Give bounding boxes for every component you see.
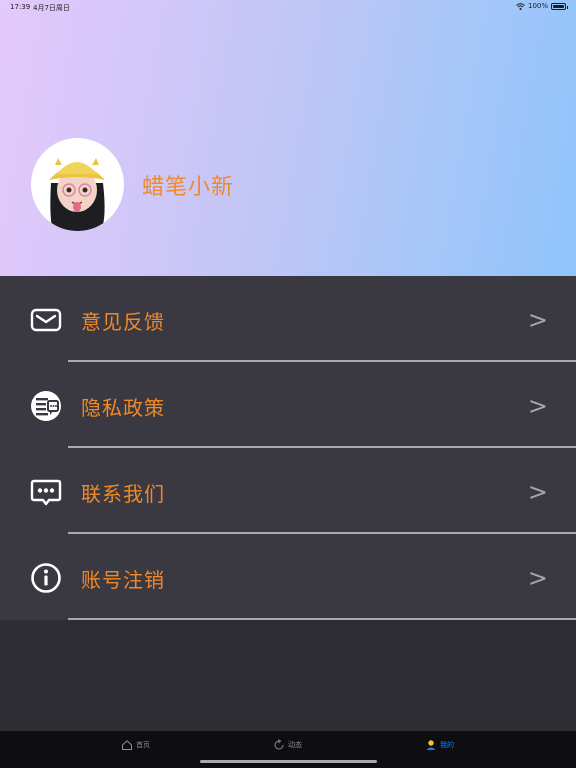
profile-header: 蜡笔小新 [0,0,576,276]
battery-icon [551,2,568,10]
status-date: 4月7日周日 [33,4,70,12]
menu-item-delete-account[interactable]: 账号注销 > [0,534,576,620]
chevron-right-icon: > [527,392,548,420]
tab-me[interactable]: 我的 [425,738,454,752]
username: 蜡笔小新 [142,175,235,200]
menu-item-label: 意见反馈 [81,310,165,334]
divider [68,618,576,620]
status-time: 17:39 [10,3,31,11]
menu-item-contact-us[interactable]: 联系我们 > [0,448,576,534]
refresh-icon [274,739,284,750]
menu-item-privacy-policy[interactable]: 隐私政策 > [0,362,576,448]
avatar-image [49,158,105,231]
mail-icon [30,308,62,332]
avatar[interactable] [31,138,124,231]
menu-item-label: 账号注销 [81,568,165,592]
person-icon [426,740,436,750]
home-indicator [200,760,377,763]
document-icon [31,391,61,421]
tab-home[interactable]: 首页 [121,738,150,752]
chevron-right-icon: > [527,564,548,592]
home-icon [122,740,132,750]
tab-label: 我的 [440,741,454,749]
tab-label: 首页 [136,741,150,749]
menu-item-feedback[interactable]: 意见反馈 > [0,276,576,362]
status-bar: 17:39 4月7日周日 100% [0,0,576,14]
tab-label: 动态 [288,741,302,749]
battery-percent: 100% [527,2,548,10]
info-icon [31,563,61,593]
menu-item-label: 隐私政策 [81,396,165,420]
chevron-right-icon: > [527,306,548,334]
wifi-icon [516,2,525,10]
status-right: 100% [516,2,568,10]
menu-item-label: 联系我们 [81,482,165,506]
chevron-right-icon: > [527,478,548,506]
tab-activity[interactable]: 动态 [273,738,302,752]
chat-icon [30,479,62,506]
settings-menu: 意见反馈 > 隐私政策 > 联系我们 > 账号注销 > [0,276,576,620]
